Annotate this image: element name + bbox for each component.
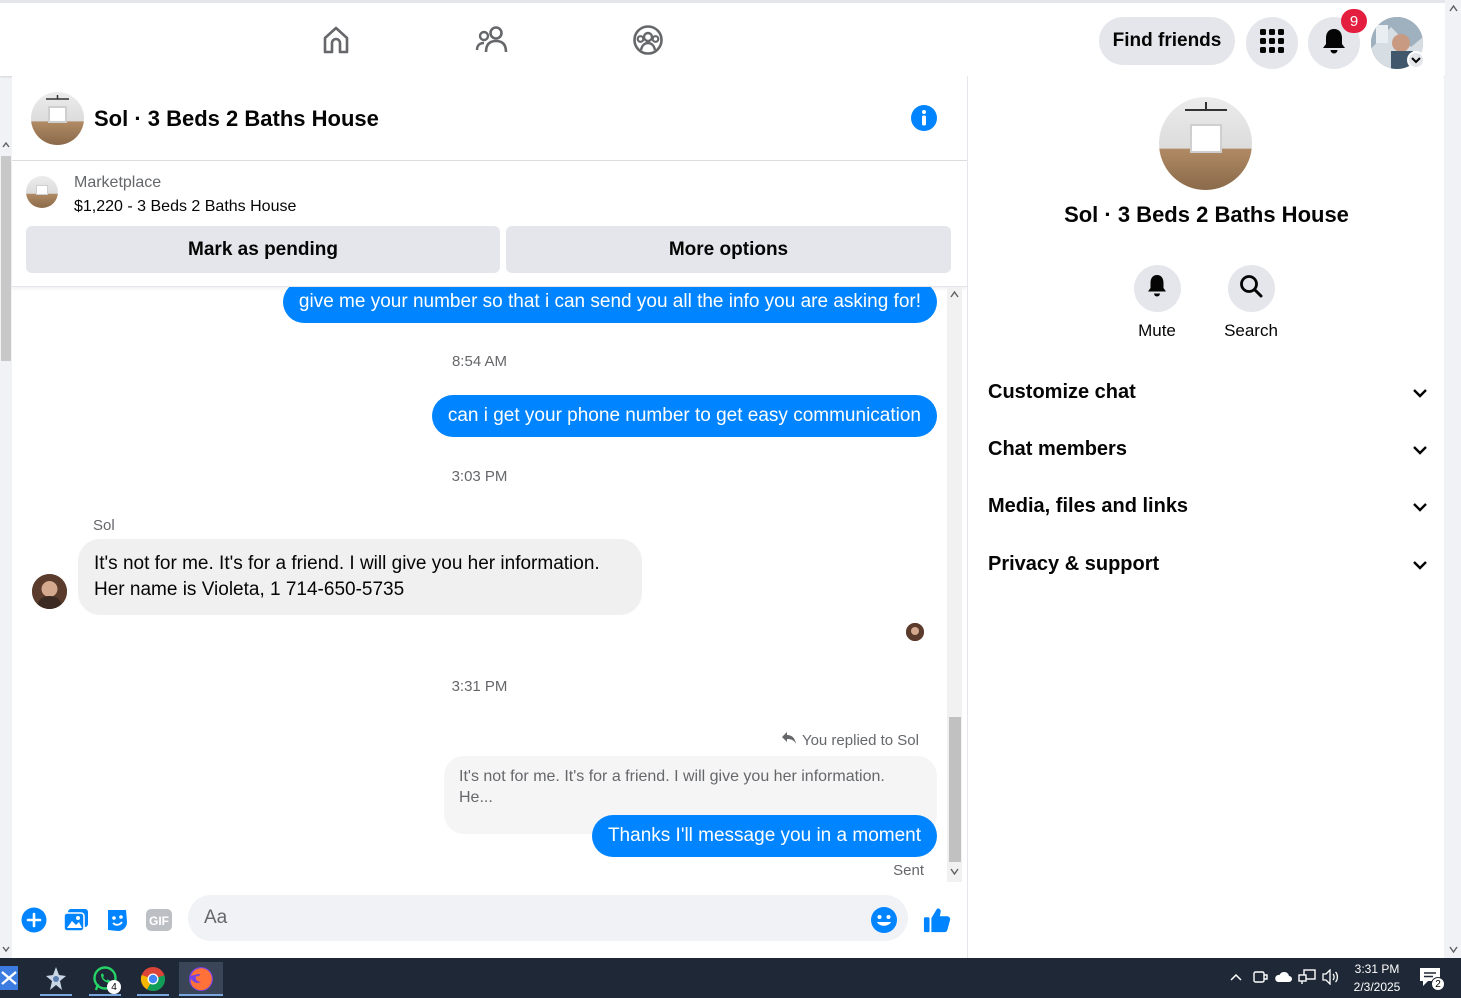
bell-icon bbox=[1146, 274, 1168, 303]
photo-icon[interactable] bbox=[62, 906, 90, 934]
friends-icon[interactable] bbox=[475, 23, 509, 57]
chat-info-panel: Sol · 3 Beds 2 Baths House Mute Search C… bbox=[967, 76, 1444, 958]
chevron-down-icon bbox=[1412, 553, 1428, 576]
taskbar-app-game-icon[interactable] bbox=[34, 962, 78, 996]
marketplace-label: Marketplace bbox=[74, 174, 162, 191]
groups-icon[interactable] bbox=[631, 23, 665, 57]
clock-date: 2/3/2025 bbox=[1353, 980, 1401, 994]
tray-onedrive-cloud-icon[interactable] bbox=[1274, 968, 1292, 986]
tray-device-icon[interactable] bbox=[1251, 968, 1269, 986]
listing-thumbnail[interactable] bbox=[26, 176, 58, 208]
message-scrollbar[interactable] bbox=[947, 287, 962, 882]
action-center-icon[interactable]: 2 bbox=[1419, 967, 1445, 991]
marketplace-banner: Marketplace $1,220 - 3 Beds 2 Baths Hous… bbox=[12, 161, 967, 287]
section-media-files-links[interactable]: Media, files and links bbox=[988, 486, 1428, 526]
tray-chevron-up-icon[interactable] bbox=[1227, 968, 1245, 986]
notifications-count: 2 bbox=[1431, 977, 1445, 991]
taskbar-chrome-icon[interactable] bbox=[131, 962, 175, 996]
chat-avatar[interactable] bbox=[31, 92, 84, 145]
svg-text:GIF: GIF bbox=[149, 914, 169, 928]
message-list: give me your number so that i can send y… bbox=[12, 287, 967, 882]
section-customize-chat[interactable]: Customize chat bbox=[988, 372, 1428, 412]
page-scrollbar-left[interactable] bbox=[0, 138, 12, 958]
top-navigation-bar: Find friends 9 bbox=[0, 0, 1445, 76]
windows-taskbar: 4 3:31 PM 2/3/2025 2 bbox=[0, 958, 1461, 998]
plus-circle-icon[interactable] bbox=[20, 906, 48, 934]
reply-indicator: You replied to Sol bbox=[781, 731, 919, 749]
sender-avatar[interactable] bbox=[32, 574, 67, 609]
home-icon[interactable] bbox=[319, 23, 353, 57]
tray-network-icon[interactable] bbox=[1298, 968, 1316, 986]
section-label: Customize chat bbox=[988, 380, 1136, 403]
chat-header: Sol · 3 Beds 2 Baths House bbox=[12, 76, 967, 161]
taskbar-whatsapp-icon[interactable]: 4 bbox=[83, 962, 127, 996]
mute-action[interactable]: Mute bbox=[1112, 265, 1202, 341]
message-composer: GIF bbox=[12, 882, 967, 958]
page-scrollbar-right[interactable] bbox=[1445, 0, 1461, 958]
chat-panel: Sol · 3 Beds 2 Baths House Marketplace $… bbox=[12, 76, 967, 958]
search-icon bbox=[1239, 274, 1263, 303]
message-timestamp: 3:31 PM bbox=[451, 678, 508, 695]
taskbar-firefox-icon[interactable] bbox=[179, 962, 223, 996]
message-incoming-line: Her name is Violeta, 1 714-650-5735 bbox=[94, 579, 405, 600]
find-friends-button[interactable]: Find friends bbox=[1099, 17, 1235, 65]
search-action[interactable]: Search bbox=[1206, 265, 1296, 341]
info-icon[interactable] bbox=[910, 104, 938, 132]
section-privacy-support[interactable]: Privacy & support bbox=[988, 544, 1428, 584]
taskbar-clock[interactable]: 3:31 PM 2/3/2025 bbox=[1342, 960, 1412, 996]
sender-name: Sol bbox=[93, 517, 115, 534]
start-app-icon[interactable] bbox=[0, 966, 18, 990]
message-timestamp: 3:03 PM bbox=[451, 468, 508, 485]
mark-as-pending-button[interactable]: Mark as pending bbox=[26, 226, 500, 273]
gif-icon[interactable]: GIF bbox=[145, 906, 173, 934]
more-options-button[interactable]: More options bbox=[506, 226, 951, 273]
message-incoming-line: It's not for me. It's for a friend. I wi… bbox=[94, 553, 600, 574]
clock-time: 3:31 PM bbox=[1354, 962, 1400, 976]
message-incoming[interactable]: It's not for me. It's for a friend. I wi… bbox=[78, 539, 642, 615]
chevron-down-icon bbox=[1412, 438, 1428, 461]
read-receipt-avatar bbox=[906, 623, 924, 641]
message-outgoing[interactable]: give me your number so that i can send y… bbox=[282, 287, 937, 323]
sticker-icon[interactable] bbox=[103, 906, 131, 934]
mute-button[interactable] bbox=[1133, 265, 1181, 312]
chat-info-avatar[interactable] bbox=[1159, 97, 1252, 190]
message-status: Sent bbox=[893, 862, 924, 879]
reply-arrow-icon bbox=[781, 731, 797, 749]
chat-info-title: Sol · 3 Beds 2 Baths House bbox=[1064, 202, 1349, 227]
section-label: Media, files and links bbox=[988, 494, 1189, 517]
chevron-down-icon bbox=[1412, 495, 1428, 518]
emoji-icon[interactable] bbox=[870, 906, 898, 934]
mute-label: Mute bbox=[1138, 321, 1176, 340]
whatsapp-unread-count: 4 bbox=[107, 980, 121, 994]
account-chevron-down-icon[interactable] bbox=[1407, 51, 1425, 69]
listing-title[interactable]: $1,220 - 3 Beds 2 Baths House bbox=[74, 198, 296, 216]
section-label: Privacy & support bbox=[988, 552, 1160, 575]
page-scrollbar-thumb[interactable] bbox=[1, 156, 11, 361]
menu-button[interactable] bbox=[1246, 17, 1298, 69]
tray-volume-icon[interactable] bbox=[1322, 968, 1340, 986]
search-button[interactable] bbox=[1227, 265, 1275, 312]
message-outgoing[interactable]: can i get your phone number to get easy … bbox=[431, 395, 937, 437]
section-chat-members[interactable]: Chat members bbox=[988, 429, 1428, 469]
menu-grid-icon bbox=[1259, 28, 1285, 59]
message-input[interactable] bbox=[188, 895, 908, 941]
search-label: Search bbox=[1224, 321, 1278, 340]
notification-badge: 9 bbox=[1341, 9, 1367, 33]
chevron-down-icon bbox=[1412, 381, 1428, 404]
message-timestamp: 8:54 AM bbox=[451, 353, 508, 370]
like-thumbs-up-icon[interactable] bbox=[923, 906, 951, 934]
bell-icon bbox=[1321, 27, 1347, 60]
section-label: Chat members bbox=[988, 437, 1127, 460]
message-outgoing[interactable]: Thanks I'll message you in a moment bbox=[591, 815, 937, 857]
reply-indicator-label: You replied to Sol bbox=[801, 731, 919, 749]
chat-title: Sol · 3 Beds 2 Baths House bbox=[94, 106, 379, 131]
message-scrollbar-thumb[interactable] bbox=[949, 717, 961, 862]
